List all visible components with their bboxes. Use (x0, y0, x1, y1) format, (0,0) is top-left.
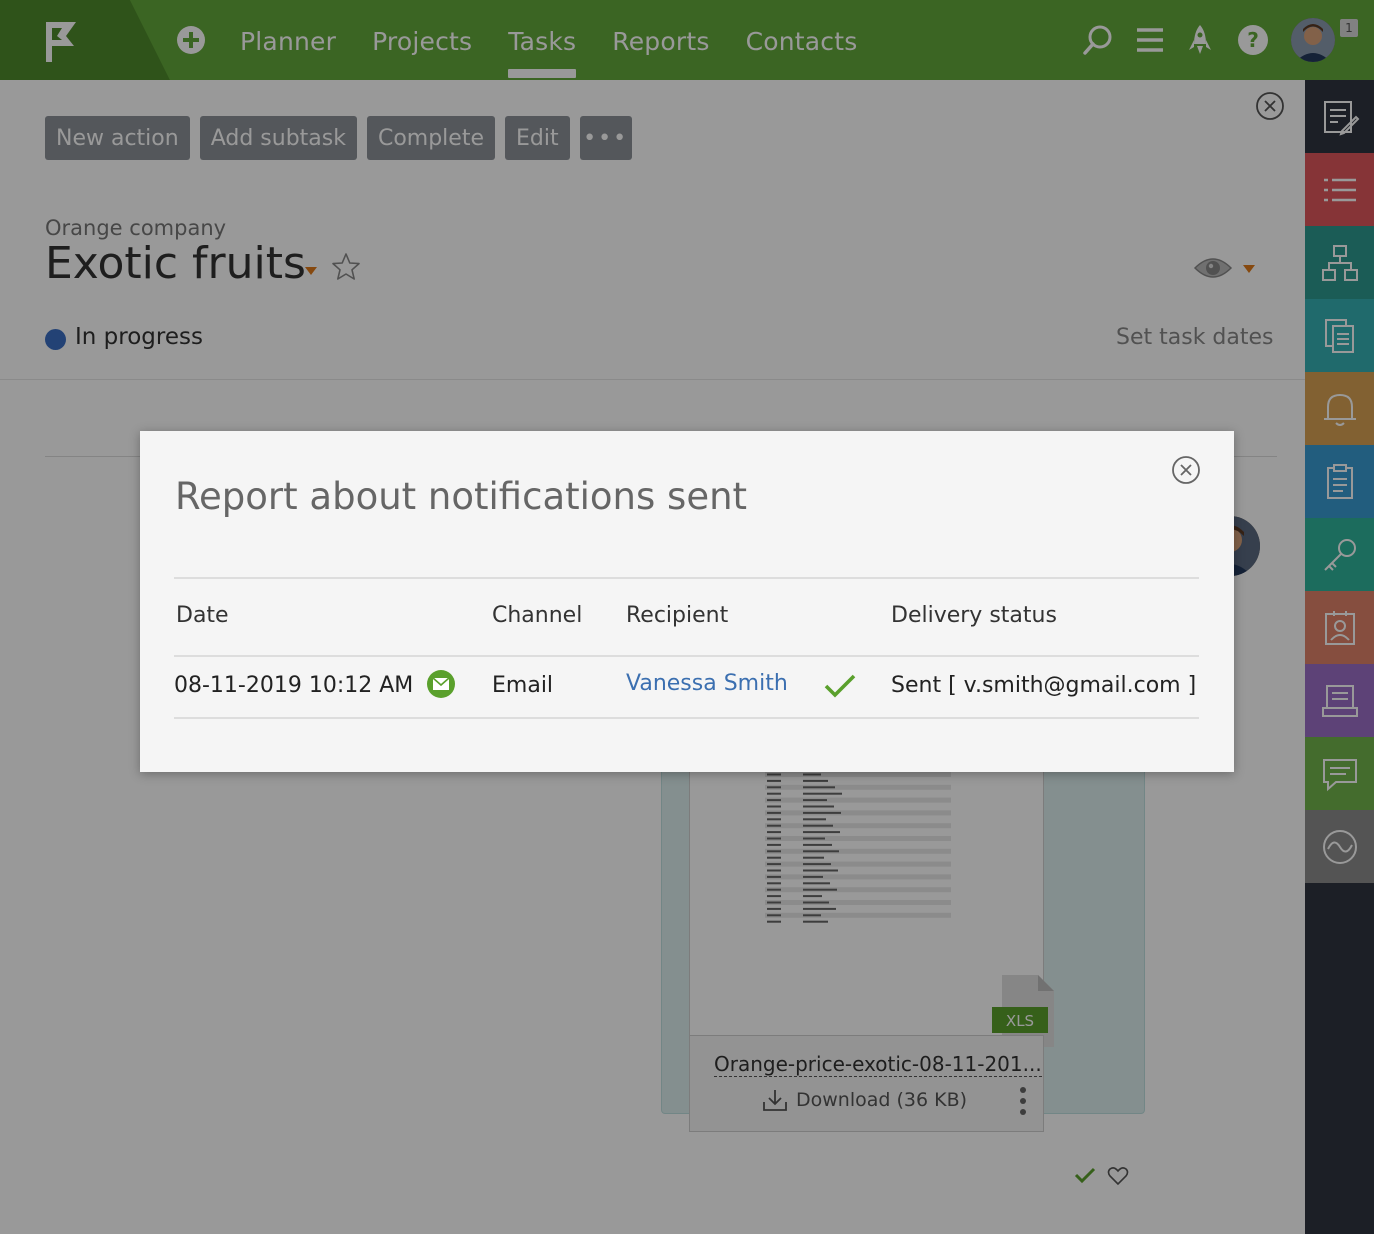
close-icon[interactable] (1171, 455, 1201, 485)
column-header-recipient: Recipient (626, 603, 729, 628)
dialog-title: Report about notifications sent (175, 475, 748, 518)
notifications-report-dialog: Report about notifications sent Date Cha… (140, 431, 1234, 772)
table-divider (174, 577, 1199, 579)
row-date: 08-11-2019 10:12 AM (174, 673, 414, 698)
check-icon (824, 674, 856, 698)
column-header-channel: Channel (492, 603, 583, 628)
modal-overlay-sidebar[interactable] (1305, 0, 1374, 1234)
column-header-date: Date (176, 603, 229, 628)
recipient-link[interactable]: Vanessa Smith (626, 671, 788, 696)
row-channel: Email (492, 673, 554, 698)
row-delivery-status: Sent [ v.smith@gmail.com ] (891, 673, 1197, 698)
table-divider (174, 717, 1199, 719)
email-icon (427, 670, 455, 698)
table-divider (174, 655, 1199, 657)
column-header-delivery-status: Delivery status (891, 603, 1057, 628)
